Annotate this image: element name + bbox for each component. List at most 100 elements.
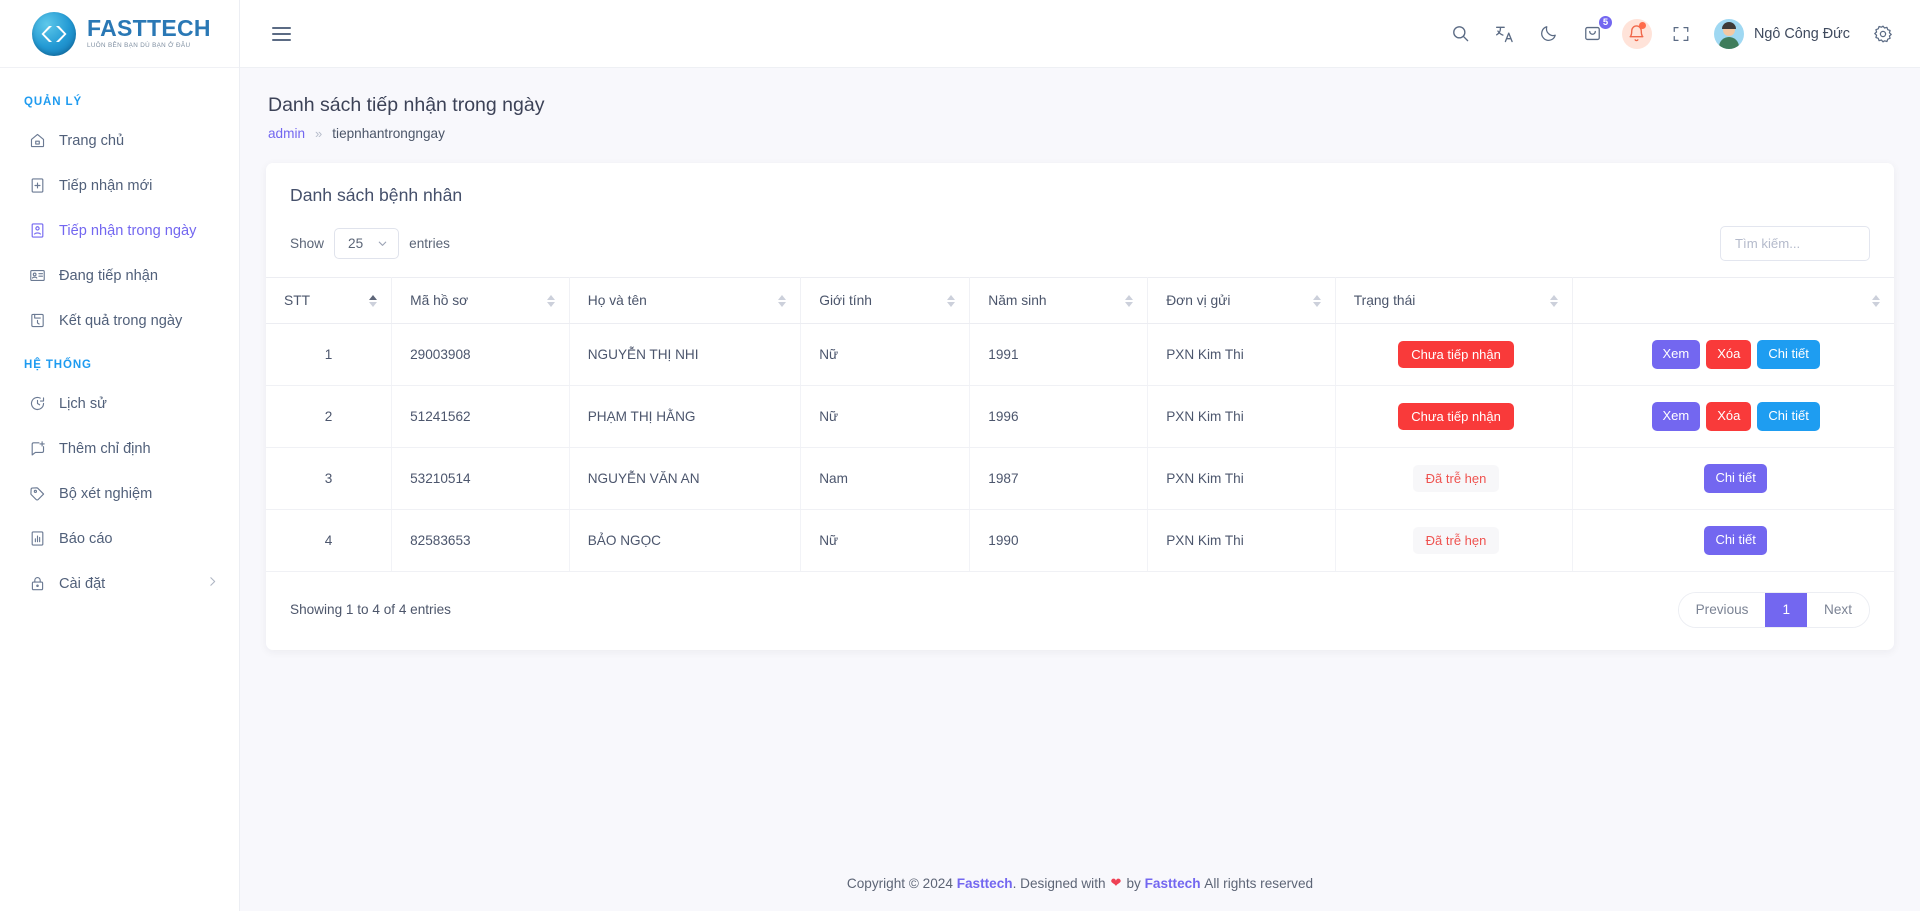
sort-arrows-icon[interactable] [1125,294,1134,307]
chevron-right-icon[interactable] [206,575,219,592]
cell-ma-ho-so: 51241562 [391,385,570,448]
action-button-x-a[interactable]: Xóa [1706,340,1752,369]
main-area: 5 Ngô Công Đức Danh sách tiếp nhận trong… [240,0,1920,911]
sort-arrows-icon[interactable] [1550,294,1559,307]
sidebar-item-k-t-qu-trong-ng-y[interactable]: Kết quả trong ngày [0,298,239,343]
cell-don-vi-gui: PXN Kim Thi [1147,509,1336,572]
table-row: 1 29003908 NGUYỄN THỊ NHI Nữ 1991 PXN Kim Thi… [266,323,1894,386]
sort-arrows-icon[interactable] [947,294,956,307]
action-button-chi-ti-t[interactable]: Chi tiết [1757,401,1820,431]
clock-icon [28,395,46,413]
translate-icon[interactable] [1494,23,1516,45]
sidebar-item-b-x-t-nghi-m[interactable]: Bộ xét nghiệm [0,471,239,516]
moon-icon[interactable] [1538,23,1560,45]
sidebar-item-ti-p-nh-n-m-i[interactable]: Tiếp nhận mới [0,163,239,208]
sidebar-item-label: Tiếp nhận mới [59,177,153,194]
sidebar-item-label: Cài đặt [59,575,106,592]
column-header-label: Mã hồ sơ [410,293,469,308]
message-plus-icon [28,440,46,458]
sidebar-item-ti-p-nh-n-trong-ng-y[interactable]: Tiếp nhận trong ngày [0,208,239,253]
column-header[interactable]: STT [266,277,393,324]
sidebar-section-title: QUẢN LÝ [24,96,83,108]
cell-gioi-tinh: Nữ [800,509,971,572]
status-badge: Chưa tiếp nhận [1398,402,1514,430]
pagination-previous[interactable]: Previous [1678,592,1766,628]
status-badge: Đã trễ hẹn [1412,526,1500,554]
search-input[interactable] [1720,226,1870,261]
sidebar-item-label: Thêm chỉ định [59,440,151,457]
pagination-page-1[interactable]: 1 [1765,592,1808,628]
column-header[interactable]: Giới tính [800,277,971,324]
lock-icon [28,575,46,593]
cell-ma-ho-so: 82583653 [391,509,570,572]
fullscreen-icon[interactable] [1670,23,1692,45]
cell-trang-thai: Đã trễ hẹn [1335,509,1574,572]
patient-table: STT Mã hồ sơ Họ và tên Giới tính Năm sinh Đơn… [266,277,1894,572]
table-footer: Showing 1 to 4 of 4 entries Previous 1 N… [266,572,1894,650]
column-header-label: Năm sinh [988,293,1047,308]
brand-tagline: LUÔN BÊN BẠN DÙ BẠN Ở ĐÂU [87,42,191,50]
cell-stt: 3 [266,447,393,510]
sort-arrows-icon[interactable] [778,294,787,307]
column-header[interactable] [1572,277,1894,324]
search-icon[interactable] [1450,23,1472,45]
sidebar-item-c-i-t[interactable]: Cài đặt [0,561,239,606]
column-header[interactable]: Năm sinh [969,277,1149,324]
column-header-label: Đơn vị gửi [1166,293,1231,308]
sidebar-item-b-o-c-o[interactable]: Báo cáo [0,516,239,561]
pagination: Previous 1 Next [1677,591,1870,629]
table-row: 3 53210514 NGUYỄN VĂN AN Nam 1987 PXN Kim Thi… [266,447,1894,510]
cell-gioi-tinh: Nam [800,447,971,510]
file-plus-icon [28,177,46,195]
cell-stt: 2 [266,385,393,448]
showing-entries-text: Showing 1 to 4 of 4 entries [290,602,451,618]
footer-brand-1[interactable]: Fasttech [957,876,1013,891]
column-header-label: Trạng thái [1353,293,1416,308]
card-header: Danh sách bệnh nhân [266,163,1894,226]
sidebar-item-ang-ti-p-nh-n[interactable]: Đang tiếp nhận [0,253,239,298]
notification-dot [1638,21,1646,29]
bell-icon[interactable] [1621,18,1652,49]
breadcrumb-separator: » [315,126,323,141]
table-body: 1 29003908 NGUYỄN THỊ NHI Nữ 1991 PXN Kim Thi… [266,323,1894,572]
cell-stt: 4 [266,509,393,572]
table-controls: Show 25 entries [266,226,1894,277]
sort-arrows-icon[interactable] [1872,294,1880,307]
column-header-label: Giới tính [819,293,872,308]
sidebar-item-l-ch-s[interactable]: Lịch sử [0,381,239,426]
column-header[interactable]: Đơn vị gửi [1147,277,1336,324]
breadcrumb-root[interactable]: admin [268,126,305,141]
sort-arrows-icon[interactable] [1312,294,1321,307]
action-button-chi-ti-t[interactable]: Chi tiết [1704,525,1767,555]
column-header[interactable]: Trạng thái [1335,277,1574,324]
table-row: 2 51241562 PHẠM THỊ HẰNG Nữ 1996 PXN Kim Thi C… [266,385,1894,448]
cell-trang-thai: Đã trễ hẹn [1335,447,1574,510]
page-size-select[interactable]: 25 [334,228,400,259]
user-menu[interactable]: Ngô Công Đức [1713,18,1850,49]
cell-gioi-tinh: Nữ [800,323,971,386]
show-entries-control: Show 25 entries [290,228,450,259]
action-button-xem[interactable]: Xem [1651,340,1701,369]
hamburger-icon[interactable] [268,23,295,45]
action-button-group: Chi tiết [1591,463,1880,493]
brand-logo[interactable]: FASTTECH LUÔN BÊN BẠN DÙ BẠN Ở ĐÂU [0,0,239,68]
column-header[interactable]: Mã hồ sơ [391,277,570,324]
sidebar-item-th-m-ch-nh[interactable]: Thêm chỉ định [0,426,239,471]
pagination-next[interactable]: Next [1807,592,1869,628]
folder-clock-icon [28,312,46,330]
action-button-xem[interactable]: Xem [1651,401,1701,431]
sort-arrows-icon[interactable] [369,294,378,307]
cell-actions: Xem Xóa Chi tiết [1572,385,1894,448]
gear-icon[interactable] [1872,23,1894,45]
breadcrumb-current: tiepnhantrongngay [332,126,445,141]
action-button-chi-ti-t[interactable]: Chi tiết [1757,340,1820,369]
sort-arrows-icon[interactable] [546,294,555,307]
column-header[interactable]: Họ và tên [569,277,802,324]
page-title: Danh sách tiếp nhận trong ngày [268,94,545,116]
action-button-x-a[interactable]: Xóa [1706,401,1752,431]
footer-brand-2[interactable]: Fasttech [1145,876,1201,891]
cart-icon[interactable]: 5 [1582,14,1613,45]
action-button-chi-ti-t[interactable]: Chi tiết [1704,463,1767,493]
sidebar-item-trang-ch[interactable]: Trang chủ [0,118,239,163]
topbar-actions: 5 Ngô Công Đức [1450,14,1894,49]
